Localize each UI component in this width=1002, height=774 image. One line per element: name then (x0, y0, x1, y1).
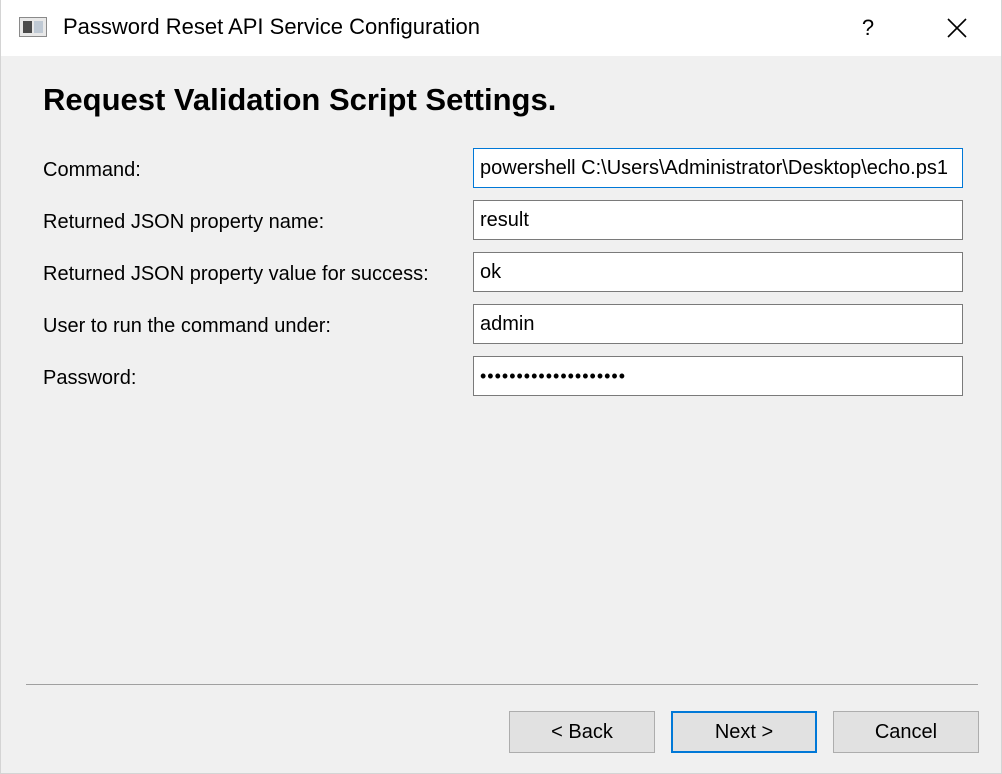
run-as-user-input[interactable] (473, 304, 963, 344)
back-button[interactable]: < Back (509, 711, 655, 753)
dialog-window: Password Reset API Service Configuration… (0, 0, 1002, 774)
footer-separator (26, 684, 978, 685)
close-icon (947, 18, 967, 38)
help-button[interactable]: ? (846, 8, 890, 48)
close-button[interactable] (935, 8, 979, 48)
password-label: Password: (43, 367, 137, 389)
cancel-button[interactable]: Cancel (833, 711, 979, 753)
command-input[interactable] (473, 148, 963, 188)
property-name-input[interactable] (473, 200, 963, 240)
next-button[interactable]: Next > (671, 711, 817, 753)
title-bar: Password Reset API Service Configuration… (1, 0, 1001, 56)
window-title: Password Reset API Service Configuration (63, 14, 480, 39)
app-icon (19, 17, 47, 37)
run-as-user-label: User to run the command under: (43, 315, 331, 337)
property-value-label: Returned JSON property value for success… (43, 263, 429, 285)
password-input[interactable] (473, 356, 963, 396)
page-heading: Request Validation Script Settings. (43, 82, 557, 117)
property-name-label: Returned JSON property name: (43, 211, 325, 233)
command-label: Command: (43, 159, 141, 181)
property-value-input[interactable] (473, 252, 963, 292)
